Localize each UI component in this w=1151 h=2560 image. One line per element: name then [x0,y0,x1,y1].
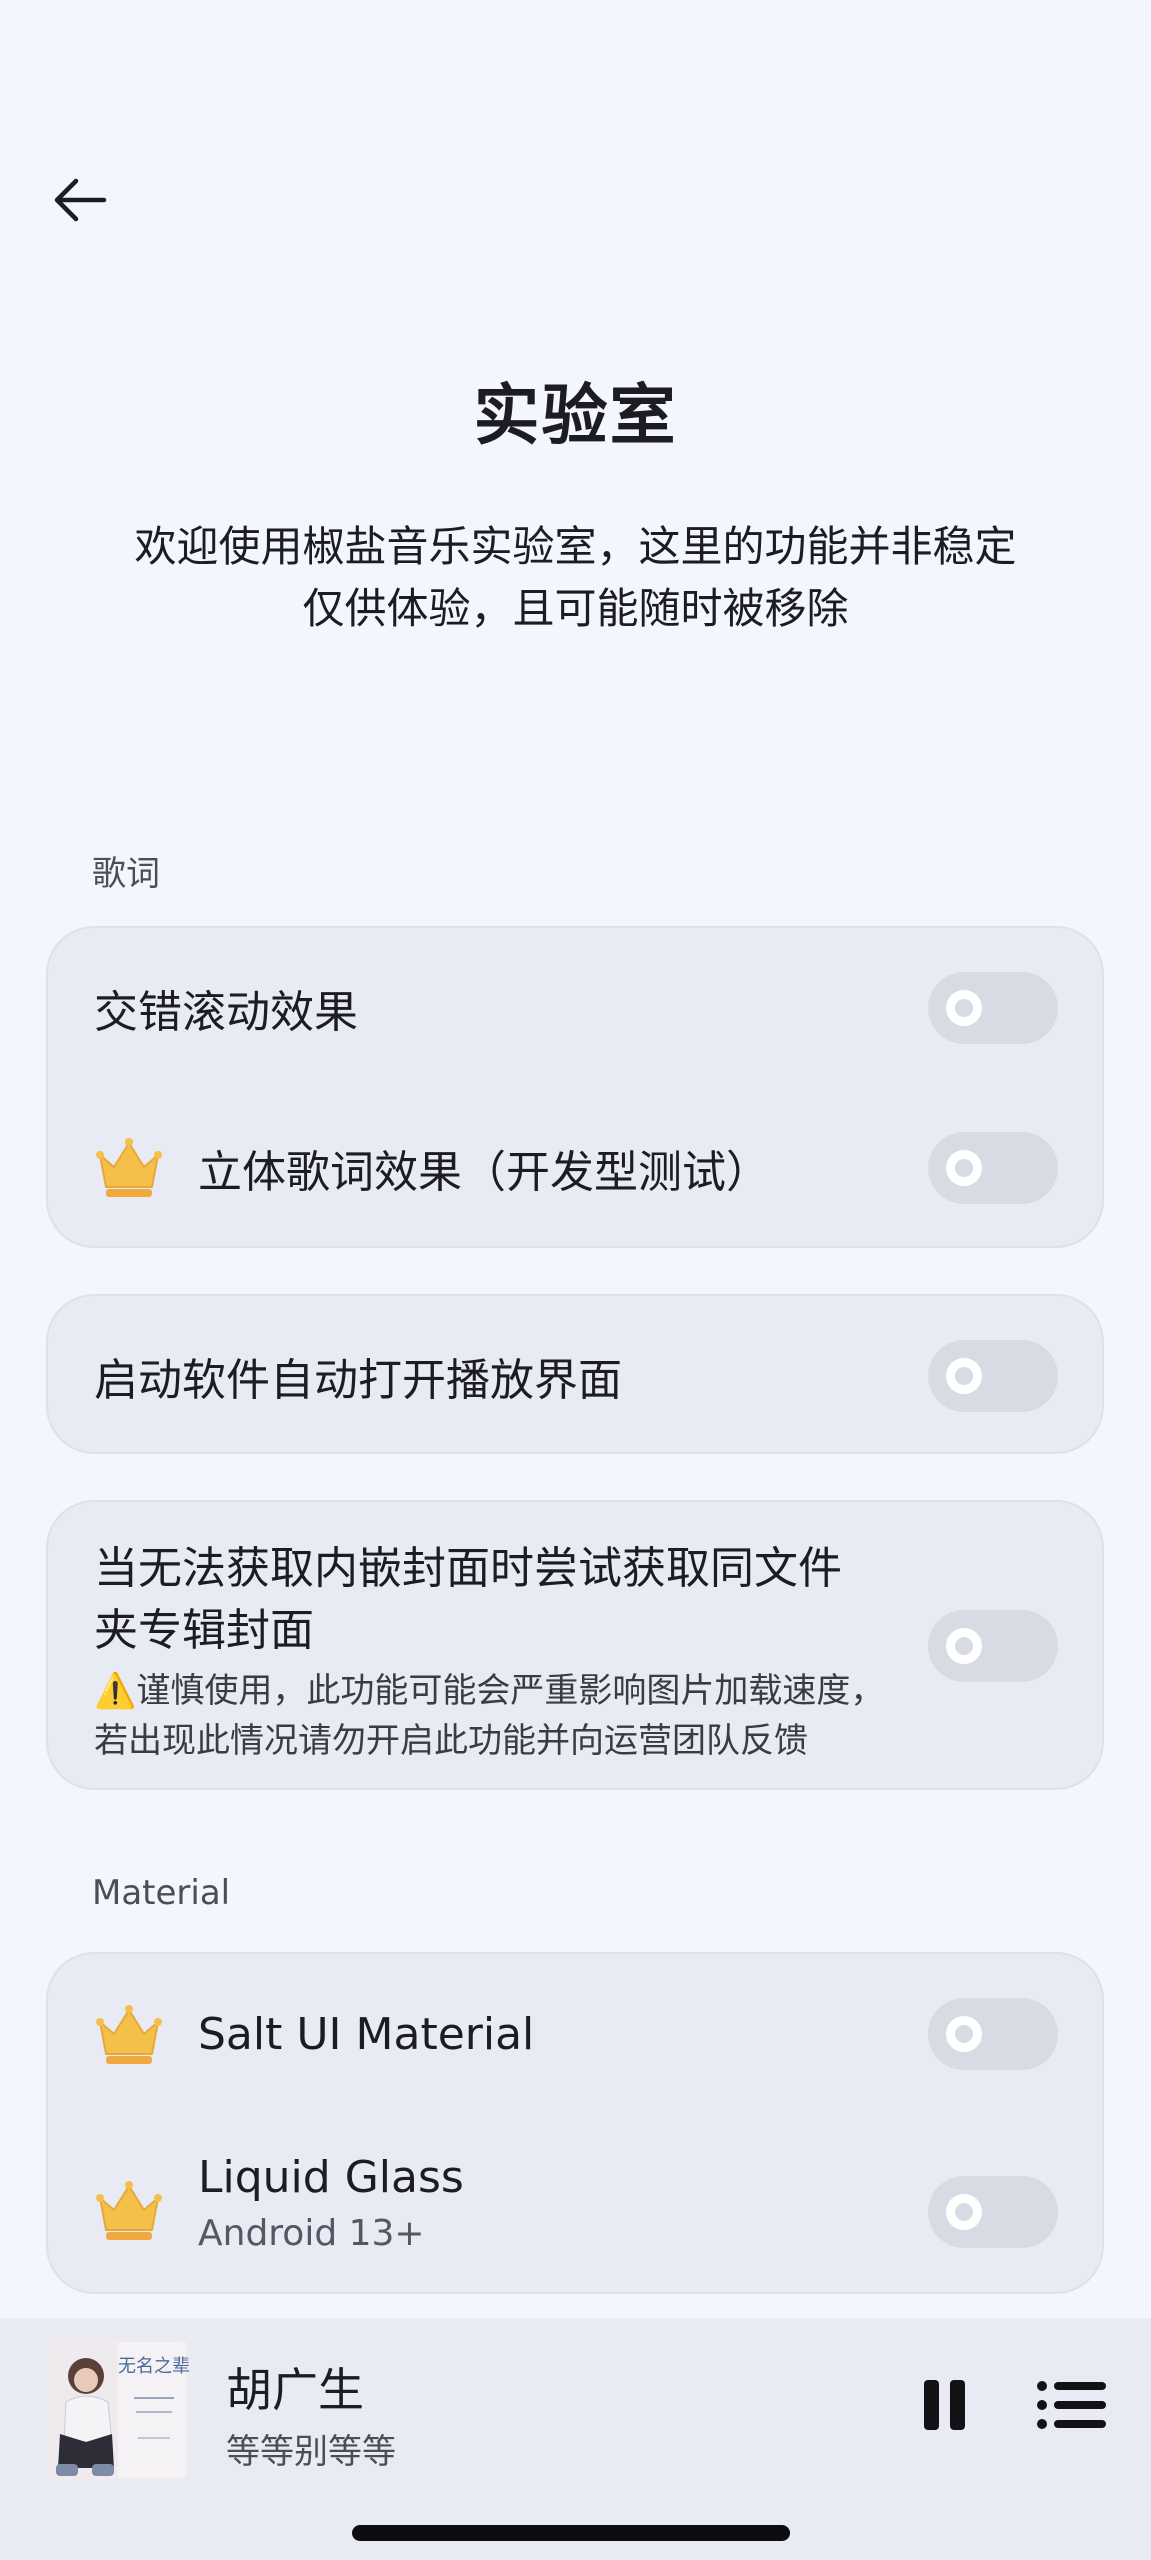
home-indicator [352,2525,790,2541]
cover-settings-card[interactable]: 当无法获取内嵌封面时尝试获取同文件 夹专辑封面 ⚠️谨慎使用，此功能可能会严重影… [46,1500,1104,1790]
toggle-staggered-scroll[interactable] [928,972,1058,1044]
toggle-3d-lyrics[interactable] [928,1132,1058,1204]
toggle-folder-cover[interactable] [928,1610,1058,1682]
setting-row-liquid-glass[interactable]: Liquid Glass Android 13+ [48,2152,1102,2272]
toggle-autoplay[interactable] [928,1340,1058,1412]
setting-row-salt-ui-material[interactable]: Salt UI Material [48,1998,1102,2070]
svg-text:无名之辈: 无名之辈 [118,2356,190,2377]
crown-icon [96,2181,162,2240]
page-title: 实验室 [473,377,678,454]
setting-row-staggered-scroll[interactable]: 交错滚动效果 [48,972,1102,1044]
warning-text: 若出现此情况请勿开启此功能并向运营团队反馈 [94,1721,808,1761]
playlist-icon [1037,2381,1106,2429]
back-button[interactable] [40,160,120,240]
song-title: 胡广生 [226,2363,364,2417]
page-description: 欢迎使用椒盐音乐实验室，这里的功能并非稳定 仅供体验，且可能随时被移除 [134,522,1017,633]
lyrics-settings-card: 交错滚动效果 立体歌词效果（开发型测试） [46,926,1104,1248]
cover-setting-text: 当无法获取内嵌封面时尝试获取同文件 夹专辑封面 ⚠️谨慎使用，此功能可能会严重影… [94,1538,954,1766]
crown-icon [96,1138,162,1197]
mini-player[interactable]: 无名之辈 胡广生 等等别等等 [0,2318,1151,2560]
setting-row-autoplay[interactable]: 启动软件自动打开播放界面 [48,1340,1102,1412]
pause-button[interactable] [910,2370,980,2440]
pause-icon [924,2380,965,2430]
setting-label: 启动软件自动打开播放界面 [94,1355,622,1406]
album-art-image: 无名之辈 [46,2338,190,2482]
setting-sublabel: Android 13+ [198,2213,425,2254]
material-settings-card: Salt UI Material Liquid Glass Android 13… [46,1952,1104,2294]
liquid-glass-text: Liquid Glass Android 13+ [198,2152,464,2254]
artist-name: 等等别等等 [226,2432,396,2472]
album-art[interactable]: 无名之辈 [46,2338,190,2482]
warning-text: ⚠️谨慎使用，此功能可能会严重影响图片加载速度， [94,1671,885,1711]
toggle-salt-ui-material[interactable] [928,1998,1058,2070]
setting-label: 立体歌词效果（开发型测试） [198,1147,770,1198]
playlist-button[interactable] [1032,2370,1108,2440]
arrow-left-icon [54,178,107,222]
autoplay-settings-card: 启动软件自动打开播放界面 [46,1294,1104,1454]
toggle-liquid-glass[interactable] [928,2176,1058,2248]
setting-row-3d-lyrics[interactable]: 立体歌词效果（开发型测试） [48,1132,1102,1204]
section-label-material: Material [92,1873,231,1913]
crown-icon [96,2005,162,2064]
section-label-lyrics: 歌词 [92,854,160,894]
setting-label: 交错滚动效果 [94,987,358,1038]
setting-label: Salt UI Material [198,2008,535,2060]
